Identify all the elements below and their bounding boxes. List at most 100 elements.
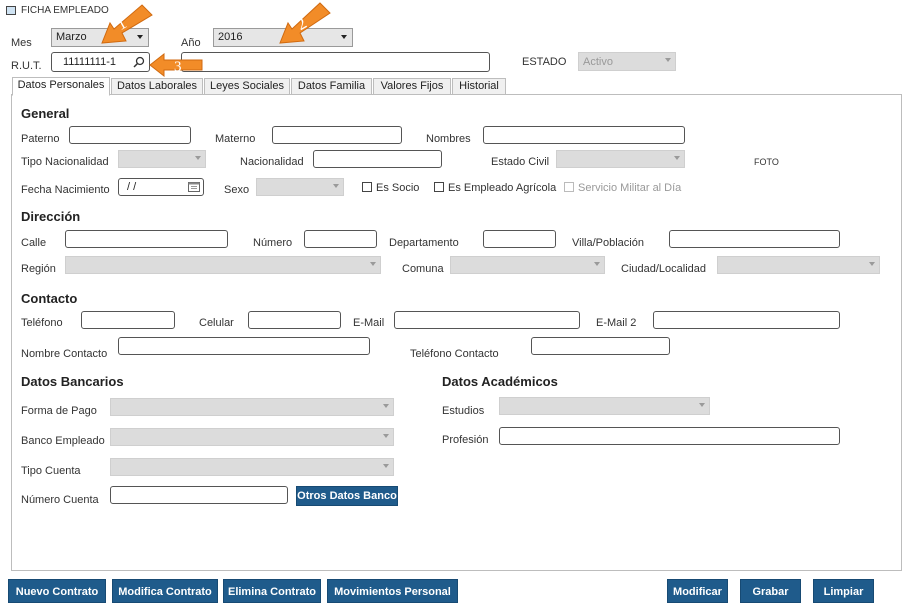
- tab-valores-fijos[interactable]: Valores Fijos: [373, 78, 451, 95]
- forma-pago-select[interactable]: [110, 398, 394, 416]
- ciudad-label: Ciudad/Localidad: [621, 263, 707, 275]
- rut-field[interactable]: 11111111-1: [51, 52, 150, 72]
- sexo-label: Sexo: [224, 184, 250, 196]
- es-socio-label: Es Socio: [376, 182, 420, 194]
- numero-field[interactable]: [304, 230, 377, 248]
- nombre-contacto-field[interactable]: [118, 337, 370, 355]
- annotation-arrow-2: 2: [279, 2, 331, 44]
- calle-label: Calle: [21, 237, 47, 249]
- celular-label: Celular: [199, 317, 234, 329]
- fecha-value: / /: [127, 181, 137, 193]
- region-select[interactable]: [65, 256, 381, 274]
- chevron-down-icon: [674, 156, 680, 160]
- nombres-field[interactable]: [483, 126, 685, 144]
- mes-label: Mes: [11, 37, 32, 49]
- otros-datos-banco-button[interactable]: Otros Datos Banco: [296, 486, 398, 506]
- departamento-label: Departamento: [389, 237, 459, 249]
- section-title-bancarios: Datos Bancarios: [21, 374, 124, 389]
- tab-datos-familia[interactable]: Datos Familia: [291, 78, 372, 95]
- telefono-field[interactable]: [81, 311, 175, 329]
- profesion-label: Profesión: [442, 434, 489, 446]
- email2-label: E-Mail 2: [596, 317, 637, 329]
- es-empleado-agricola-checkbox[interactable]: [434, 182, 444, 192]
- nacionalidad-label: Nacionalidad: [240, 156, 304, 168]
- comuna-label: Comuna: [402, 263, 444, 275]
- materno-field[interactable]: [272, 126, 402, 144]
- chevron-down-icon: [383, 464, 389, 468]
- nombres-label: Nombres: [426, 133, 471, 145]
- foto-label: FOTO: [754, 157, 779, 167]
- chevron-down-icon: [383, 434, 389, 438]
- section-title-contacto: Contacto: [21, 291, 78, 306]
- chevron-down-icon: [195, 156, 201, 160]
- calendar-icon[interactable]: [188, 181, 200, 192]
- movimientos-personal-button[interactable]: Movimientos Personal: [327, 579, 458, 603]
- fecha-nacimiento-field[interactable]: / /: [118, 178, 204, 196]
- tab-leyes-sociales[interactable]: Leyes Sociales: [204, 78, 290, 95]
- nuevo-contrato-button[interactable]: Nuevo Contrato: [8, 579, 106, 603]
- estudios-select[interactable]: [499, 397, 710, 415]
- chevron-down-icon: [341, 35, 347, 39]
- anio-label: Año: [181, 37, 201, 49]
- chevron-down-icon: [383, 404, 389, 408]
- es-socio-checkbox[interactable]: [362, 182, 372, 192]
- tab-datos-laborales[interactable]: Datos Laborales: [111, 78, 203, 95]
- estado-label: ESTADO: [522, 56, 567, 68]
- calle-field[interactable]: [65, 230, 228, 248]
- paterno-label: Paterno: [21, 133, 60, 145]
- employee-name-field[interactable]: [181, 52, 490, 72]
- anio-value: 2016: [218, 31, 243, 43]
- tipo-cuenta-label: Tipo Cuenta: [21, 465, 81, 477]
- servicio-militar-checkbox: [564, 182, 574, 192]
- profesion-field[interactable]: [499, 427, 840, 445]
- annotation-arrow-3: 3: [149, 53, 203, 77]
- search-icon[interactable]: [133, 56, 145, 68]
- villa-label: Villa/Población: [572, 237, 644, 249]
- tipo-nacionalidad-select[interactable]: [118, 150, 206, 168]
- tab-datos-personales[interactable]: Datos Personales: [12, 77, 110, 96]
- modificar-button[interactable]: Modificar: [667, 579, 728, 603]
- villa-field[interactable]: [669, 230, 840, 248]
- elimina-contrato-button[interactable]: Elimina Contrato: [223, 579, 321, 603]
- fecha-nacimiento-label: Fecha Nacimiento: [21, 184, 110, 196]
- forma-pago-label: Forma de Pago: [21, 405, 97, 417]
- estado-civil-label: Estado Civil: [491, 156, 550, 168]
- chevron-down-icon: [665, 58, 671, 62]
- banco-empleado-label: Banco Empleado: [21, 435, 105, 447]
- email-label: E-Mail: [353, 317, 385, 329]
- estado-civil-select[interactable]: [556, 150, 685, 168]
- ciudad-select[interactable]: [717, 256, 880, 274]
- annotation-arrow-1: 1: [101, 4, 153, 44]
- nacionalidad-field[interactable]: [313, 150, 442, 168]
- chevron-down-icon: [370, 262, 376, 266]
- section-title-direccion: Dirección: [21, 209, 81, 224]
- es-empleado-agricola-label: Es Empleado Agrícola: [448, 182, 557, 194]
- comuna-select[interactable]: [450, 256, 605, 274]
- nombre-contacto-label: Nombre Contacto: [21, 348, 108, 360]
- rut-value: 11111111-1: [63, 56, 117, 68]
- tab-historial[interactable]: Historial: [452, 78, 506, 95]
- celular-field[interactable]: [248, 311, 341, 329]
- departamento-field[interactable]: [483, 230, 556, 248]
- section-title-general: General: [21, 106, 70, 121]
- banco-empleado-select[interactable]: [110, 428, 394, 446]
- numero-cuenta-label: Número Cuenta: [21, 494, 99, 506]
- telefono-label: Teléfono: [21, 317, 63, 329]
- email2-field[interactable]: [653, 311, 840, 329]
- estado-select: Activo: [578, 52, 676, 71]
- paterno-field[interactable]: [69, 126, 191, 144]
- tipo-cuenta-select[interactable]: [110, 458, 394, 476]
- limpiar-button[interactable]: Limpiar: [813, 579, 874, 603]
- sexo-select[interactable]: [256, 178, 344, 196]
- chevron-down-icon: [869, 262, 875, 266]
- rut-label: R.U.T.: [11, 60, 42, 72]
- telefono-contacto-field[interactable]: [531, 337, 670, 355]
- modifica-contrato-button[interactable]: Modifica Contrato: [112, 579, 218, 603]
- estudios-label: Estudios: [442, 405, 485, 417]
- window-icon: [6, 6, 16, 15]
- tipo-nacionalidad-label: Tipo Nacionalidad: [21, 156, 109, 168]
- chevron-down-icon: [699, 403, 705, 407]
- numero-cuenta-field[interactable]: [110, 486, 288, 504]
- email-field[interactable]: [394, 311, 580, 329]
- grabar-button[interactable]: Grabar: [740, 579, 801, 603]
